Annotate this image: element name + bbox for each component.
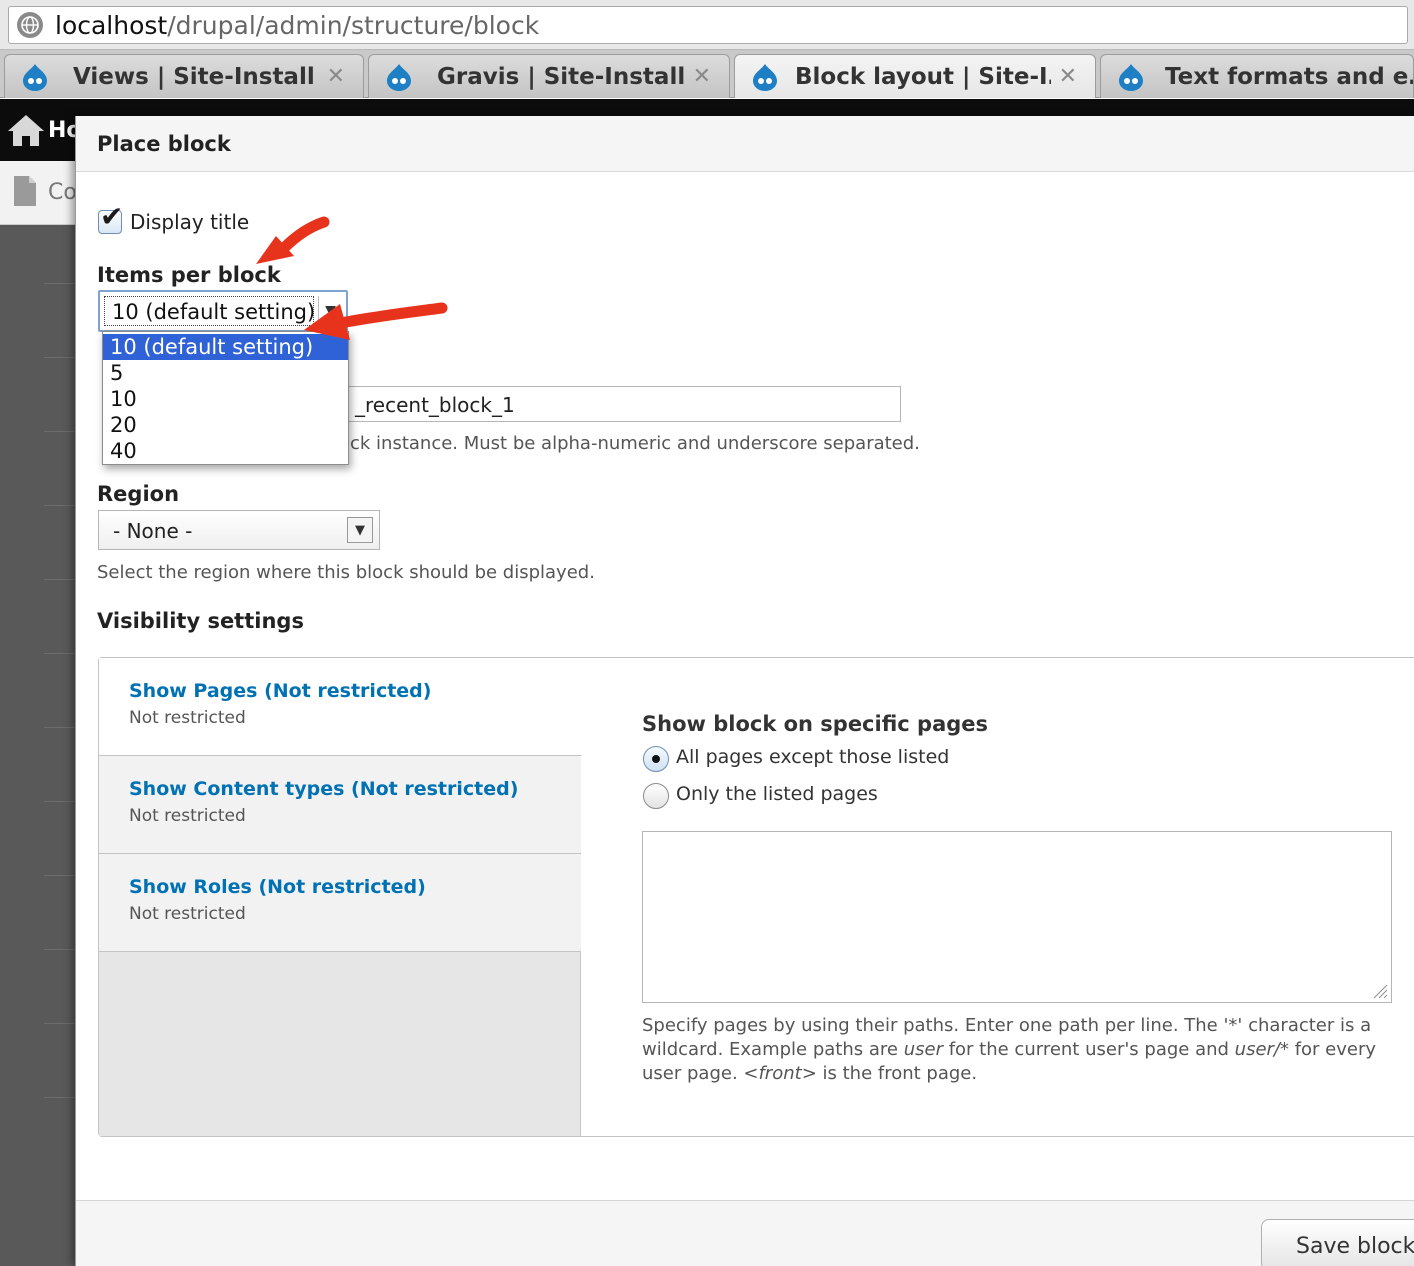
dropdown-option[interactable]: 20	[103, 412, 348, 438]
url-host: localhost	[55, 10, 168, 40]
vtab-summary: Not restricted	[129, 806, 246, 826]
browser-tab-gravis[interactable]: Gravis | Site-Install ✕	[368, 54, 730, 98]
browser-address-bar: localhost/drupal/admin/structure/block	[0, 0, 1414, 50]
drupal-icon	[23, 63, 47, 91]
vtab-title[interactable]: Show Content types (Not restricted)	[129, 778, 518, 800]
vtab-title[interactable]: Show Roles (Not restricted)	[129, 876, 426, 898]
pages-description: Specify pages by using their paths. Ente…	[642, 1014, 1402, 1086]
vtab-show-pages[interactable]: Show Pages (Not restricted) Not restrict…	[99, 658, 582, 756]
home-icon[interactable]	[6, 112, 46, 148]
dialog-header: Place block	[76, 116, 1414, 172]
machine-name-value: _recent_block_1	[355, 393, 515, 417]
radio-label: All pages except those listed	[676, 746, 950, 768]
region-description: Select the region where this block shoul…	[97, 562, 595, 583]
desc-example: user	[903, 1039, 943, 1060]
background-page	[0, 225, 76, 1266]
browser-tab-block-layout[interactable]: Block layout | Site-I… ✕	[734, 54, 1096, 98]
browser-tab-text-formats[interactable]: Text formats and e…	[1100, 54, 1414, 98]
vtab-summary: Not restricted	[129, 904, 246, 924]
dropdown-option[interactable]: 10	[103, 386, 348, 412]
dialog-footer: Save block	[76, 1200, 1414, 1266]
vtab-show-roles[interactable]: Show Roles (Not restricted) Not restrict…	[99, 854, 581, 952]
dropdown-option[interactable]: 5	[103, 360, 348, 386]
pages-pane-heading: Show block on specific pages	[642, 712, 989, 736]
content-link[interactable]: Co	[48, 180, 77, 205]
browser-tab-label: Text formats and e…	[1165, 63, 1413, 90]
desc-text: is the front page.	[816, 1063, 978, 1084]
save-block-label: Save block	[1296, 1234, 1414, 1259]
url-text: localhost/drupal/admin/structure/block	[55, 11, 539, 40]
desc-text: for the current user's page and	[942, 1039, 1235, 1060]
desc-example: user/*	[1234, 1039, 1289, 1060]
annotation-arrow-icon	[256, 216, 330, 264]
browser-tab-views[interactable]: Views | Site-Install ✕	[4, 54, 364, 98]
browser-tab-label: Views | Site-Install	[73, 63, 315, 90]
place-block-dialog: Place block ✔ Display title Items per bl…	[75, 116, 1414, 1266]
region-select[interactable]: - None - ▼	[98, 510, 380, 550]
resize-handle-icon[interactable]	[1372, 983, 1388, 999]
machine-name-description: ck instance. Must be alpha-numeric and u…	[350, 433, 920, 454]
drupal-icon	[387, 63, 411, 91]
dropdown-option[interactable]: 40	[103, 438, 348, 464]
globe-icon	[17, 12, 43, 38]
url-field[interactable]: localhost/drupal/admin/structure/block	[8, 6, 1408, 44]
items-per-block-dropdown: 10 (default setting) 5 10 20 40	[102, 331, 349, 465]
dialog-title: Place block	[97, 132, 231, 156]
close-icon[interactable]: ✕	[327, 64, 345, 89]
region-label: Region	[97, 482, 180, 506]
browser-tab-strip: Views | Site-Install ✕ Gravis | Site-Ins…	[0, 50, 1414, 98]
machine-name-input[interactable]: _recent_block_1	[346, 386, 901, 422]
document-icon	[14, 176, 36, 206]
browser-tab-label: Block layout | Site-I…	[795, 63, 1051, 90]
visibility-settings-label: Visibility settings	[97, 609, 304, 633]
radio-only-listed-pages[interactable]	[643, 783, 669, 809]
items-per-block-value: 10 (default setting)	[112, 300, 316, 324]
close-icon[interactable]: ✕	[1059, 64, 1077, 89]
drupal-icon	[753, 63, 777, 91]
radio-all-pages-except[interactable]	[643, 746, 669, 772]
drupal-icon	[1119, 63, 1143, 91]
radio-label: Only the listed pages	[676, 783, 878, 805]
close-icon[interactable]: ✕	[693, 64, 711, 89]
region-value: - None -	[113, 519, 193, 543]
chevron-down-icon: ▼	[347, 517, 373, 543]
vertical-tabs-nav: Show Pages (Not restricted) Not restrict…	[99, 658, 582, 1136]
radio-dot	[652, 755, 660, 763]
vtab-summary: Not restricted	[129, 708, 246, 728]
vtab-title[interactable]: Show Pages (Not restricted)	[129, 680, 431, 702]
checkmark-icon: ✔	[100, 200, 124, 233]
pages-textarea[interactable]	[642, 831, 1392, 1003]
desc-example: <front>	[743, 1063, 817, 1084]
vtab-show-content-types[interactable]: Show Content types (Not restricted) Not …	[99, 756, 581, 854]
annotation-arrow-icon	[304, 302, 448, 340]
save-block-button[interactable]: Save block	[1261, 1219, 1414, 1266]
browser-tab-label: Gravis | Site-Install	[437, 63, 685, 90]
url-path: /drupal/admin/structure/block	[167, 10, 540, 40]
display-title-label: Display title	[130, 210, 250, 234]
